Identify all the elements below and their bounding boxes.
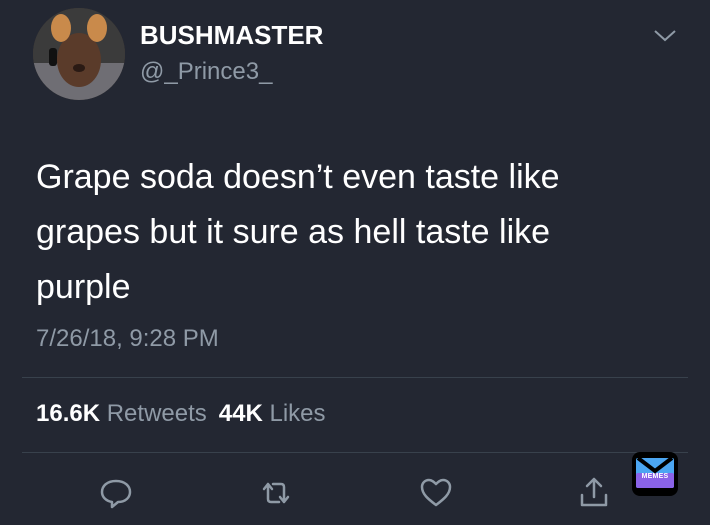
retweet-button[interactable] <box>258 475 294 511</box>
user-handle[interactable]: @_Prince3_ <box>140 58 272 86</box>
share-button[interactable] <box>576 475 612 511</box>
like-icon <box>420 478 452 507</box>
engagement-stats: 16.6K Retweets 44K Likes <box>36 400 326 428</box>
memes-label: MEMES <box>641 473 669 480</box>
reply-icon <box>100 479 132 509</box>
retweets-count[interactable]: 16.6K <box>36 400 100 427</box>
memes-watermark: MEMES <box>632 452 678 496</box>
avatar-image <box>33 8 125 100</box>
share-icon <box>580 477 608 507</box>
tweet-line: purple <box>36 268 131 306</box>
divider <box>22 377 688 378</box>
tweet-text: Grape soda doesn’t even taste like grape… <box>36 150 646 315</box>
retweet-icon <box>262 482 290 504</box>
tweet-line: Grape soda doesn’t even taste like <box>36 158 560 196</box>
reply-button[interactable] <box>98 475 134 511</box>
retweets-label[interactable]: Retweets <box>107 400 207 427</box>
display-name[interactable]: BUSHMASTER <box>140 20 323 51</box>
likes-label[interactable]: Likes <box>269 400 325 427</box>
like-button[interactable] <box>418 475 454 511</box>
tweet-line: grapes but it sure as hell taste like <box>36 213 551 251</box>
chevron-down-icon[interactable] <box>652 28 678 44</box>
likes-count[interactable]: 44K <box>219 400 263 427</box>
divider <box>22 452 688 453</box>
avatar[interactable] <box>33 8 125 100</box>
tweet-timestamp[interactable]: 7/26/18, 9:28 PM <box>36 325 219 353</box>
